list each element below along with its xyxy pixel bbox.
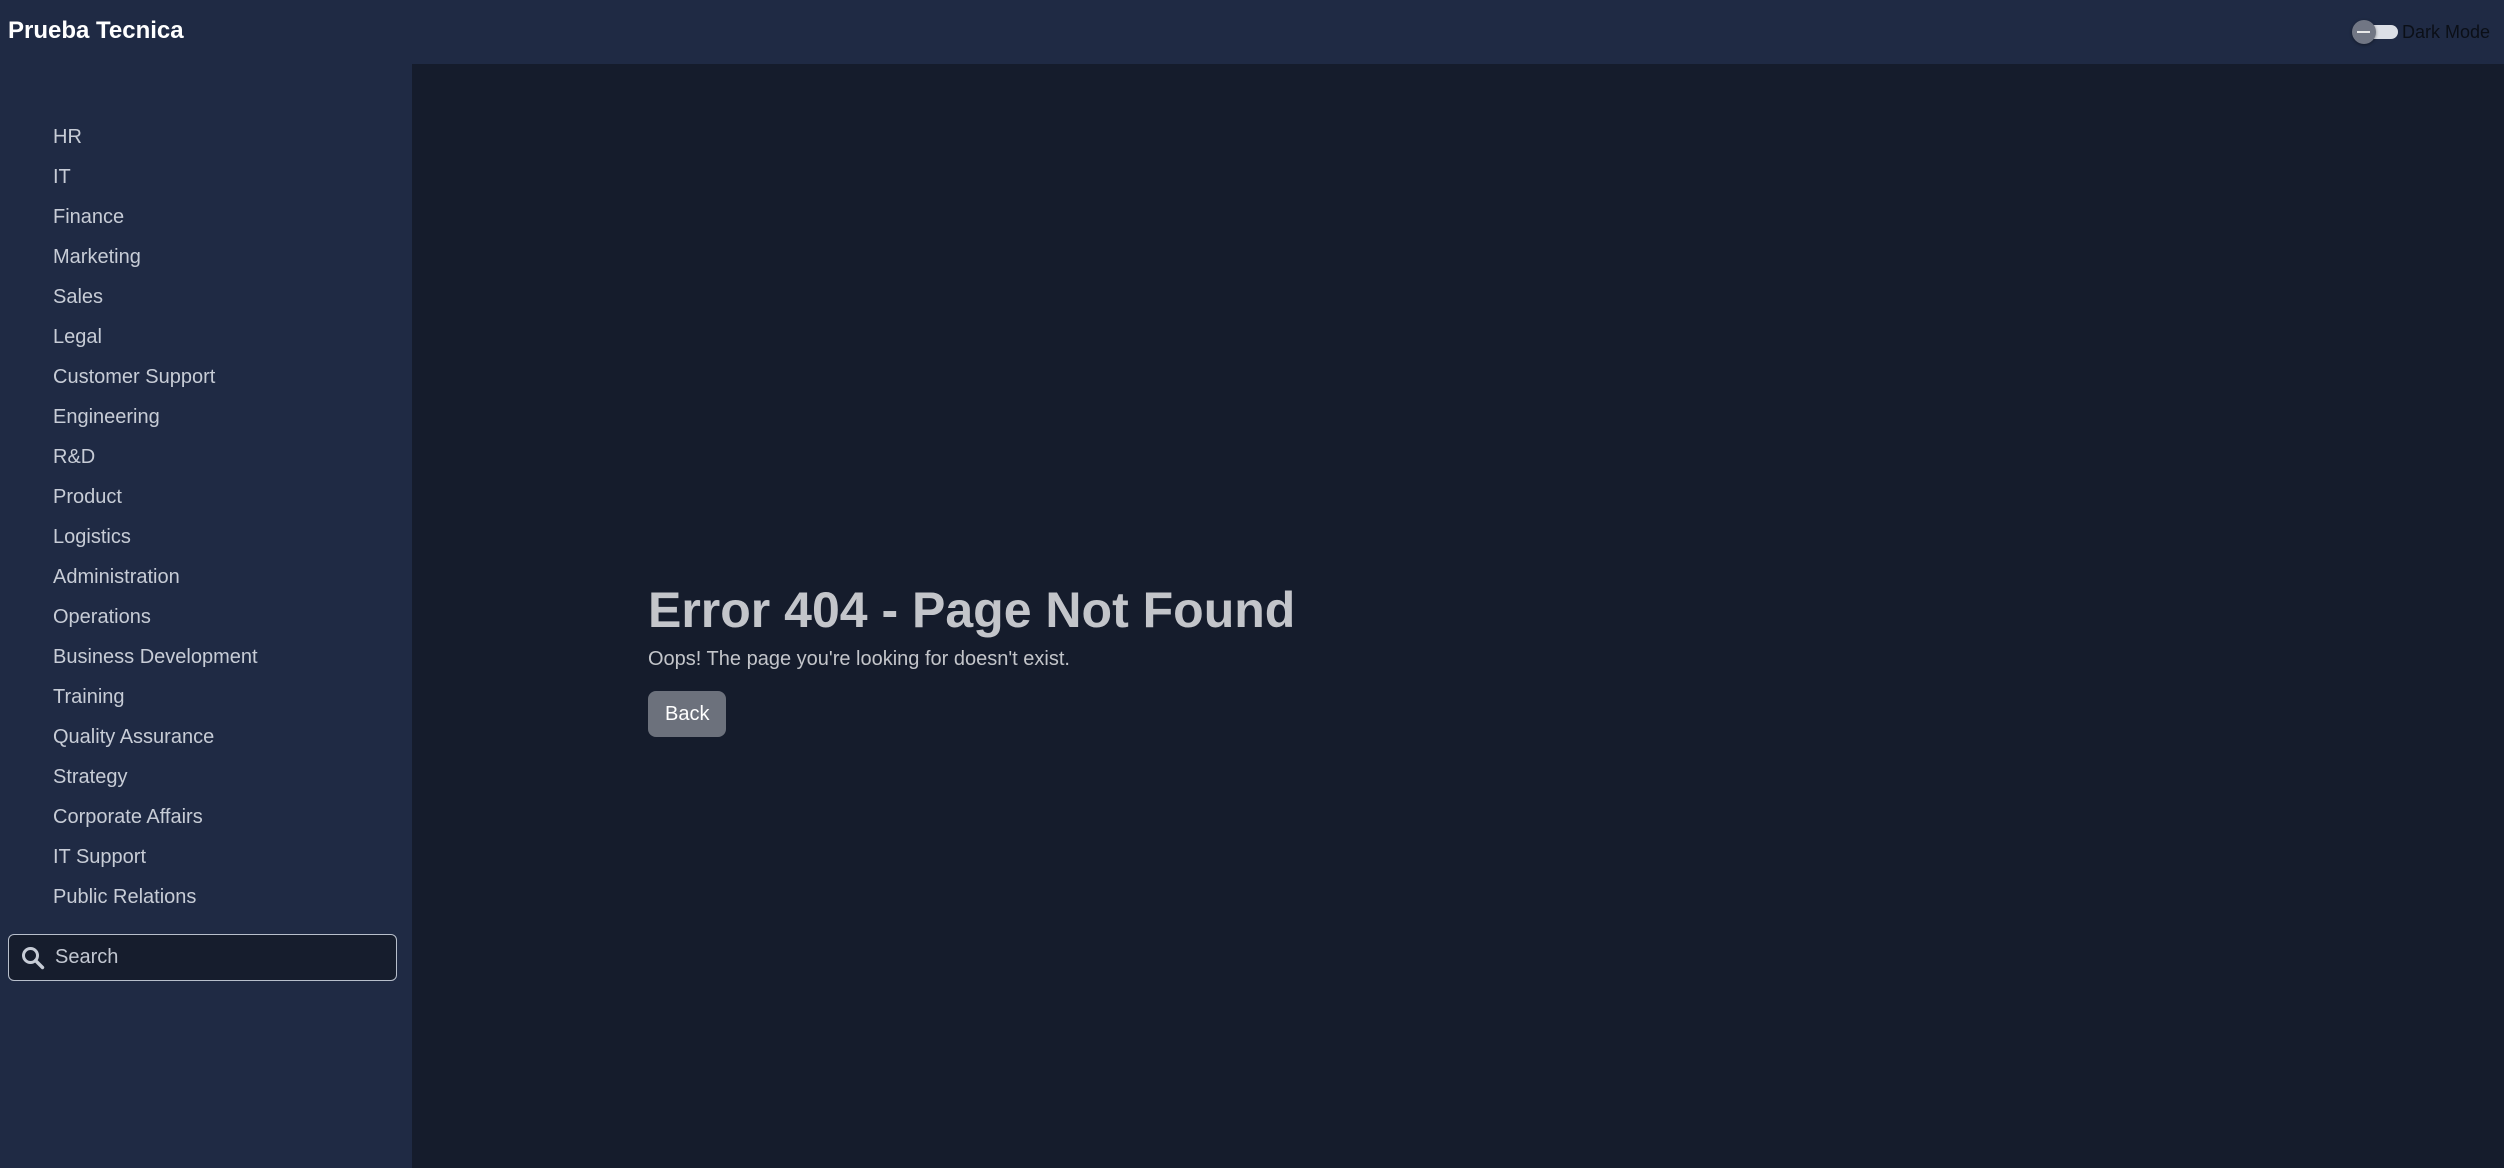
sidebar-item-finance[interactable]: Finance	[0, 197, 412, 237]
sidebar-item-r-and-d[interactable]: R&D	[0, 437, 412, 477]
sidebar-item-corporate-affairs[interactable]: Corporate Affairs	[0, 797, 412, 837]
sidebar-item-it-support[interactable]: IT Support	[0, 837, 412, 877]
sidebar-item-product[interactable]: Product	[0, 477, 412, 517]
main-content: Error 404 - Page Not Found Oops! The pag…	[412, 64, 2504, 1168]
dark-mode-label: Dark Mode	[2401, 21, 2490, 42]
back-button[interactable]: Back	[648, 691, 727, 737]
minus-icon	[2357, 31, 2371, 33]
switch-thumb[interactable]	[2351, 20, 2376, 44]
sidebar-item-strategy[interactable]: Strategy	[0, 757, 412, 797]
sidebar-item-logistics[interactable]: Logistics	[0, 517, 412, 557]
sidebar-item-quality-assurance[interactable]: Quality Assurance	[0, 717, 412, 757]
error-panel: Error 404 - Page Not Found Oops! The pag…	[648, 579, 1295, 737]
sidebar-item-customer-support[interactable]: Customer Support	[0, 357, 412, 397]
sidebar-item-legal[interactable]: Legal	[0, 317, 412, 357]
dark-mode-switch[interactable]	[2351, 18, 2398, 46]
sidebar-item-marketing[interactable]: Marketing	[0, 237, 412, 277]
search-box[interactable]	[8, 934, 397, 981]
sidebar-item-administration[interactable]: Administration	[0, 557, 412, 597]
sidebar-item-it[interactable]: IT	[0, 157, 412, 197]
sidebar: HR IT Finance Marketing Sales Legal Cust…	[0, 64, 412, 1168]
error-title: Error 404 - Page Not Found	[648, 582, 1296, 638]
sidebar-item-engineering[interactable]: Engineering	[0, 397, 412, 437]
sidebar-item-hr[interactable]: HR	[0, 117, 412, 157]
search-input[interactable]	[47, 935, 396, 980]
sidebar-item-training[interactable]: Training	[0, 677, 412, 717]
error-message: Oops! The page you're looking for doesn'…	[648, 648, 1070, 670]
sidebar-item-sales[interactable]: Sales	[0, 277, 412, 317]
dark-mode-toggle[interactable]: Dark Mode	[2351, 18, 2490, 46]
sidebar-item-business-development[interactable]: Business Development	[0, 637, 412, 677]
sidebar-item-operations[interactable]: Operations	[0, 597, 412, 637]
sidebar-nav: HR IT Finance Marketing Sales Legal Cust…	[0, 117, 412, 917]
app-title: Prueba Tecnica	[8, 17, 184, 44]
top-bar: Prueba Tecnica Dark Mode	[0, 0, 2504, 64]
search-icon	[22, 946, 45, 969]
sidebar-item-public-relations[interactable]: Public Relations	[0, 877, 412, 917]
